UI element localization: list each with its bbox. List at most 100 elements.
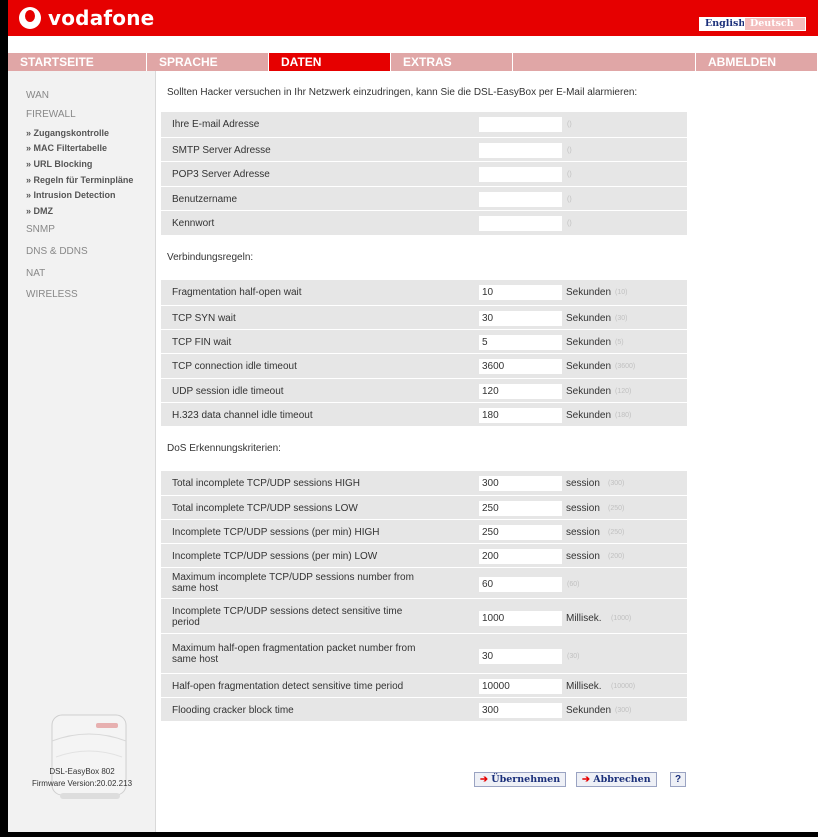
dos-row: Incomplete TCP/UDP sessions (per min) HI… [161,519,687,543]
apply-button-label: Übernehmen [491,774,561,785]
email-input[interactable] [479,117,562,132]
conn-label: TCP SYN wait [172,313,236,324]
dos-row: Half-open fragmentation detect sensitive… [161,673,687,697]
nav-sprache[interactable]: SPRACHE [147,53,269,71]
pop3-label: POP3 Server Adresse [172,169,270,180]
dos-default: (1000) [611,615,632,622]
cancel-button[interactable]: ➔ Abbrechen [576,772,657,787]
conn-unit: Sekunden [566,287,612,298]
conn-input[interactable]: 10 [479,285,562,300]
dos-input[interactable]: 250 [479,525,562,540]
brand-name: vodafone [48,6,155,30]
sidebar-item-nat[interactable]: NAT [26,268,45,279]
nav-startseite[interactable]: STARTSEITE [8,53,147,71]
dos-default: (60) [567,581,580,588]
pop3-input[interactable] [479,167,562,182]
dos-row: Incomplete TCP/UDP sessions detect sensi… [161,598,687,633]
sidebar-item-url-blocking[interactable]: » URL Blocking [26,159,92,169]
conn-default: (120) [615,388,632,395]
conn-row: H.323 data channel idle timeout 180 Seku… [161,402,687,426]
sidebar-item-zugangskontrolle[interactable]: » Zugangskontrolle [26,128,109,138]
dos-label: Half-open fragmentation detect sensitive… [172,681,404,692]
conn-unit: Sekunden [566,361,612,372]
window-frame-bottom [0,832,818,837]
conn-input[interactable]: 30 [479,311,562,326]
nav-spacer [513,53,696,71]
sidebar-item-mac-filter[interactable]: » MAC Filtertabelle [26,143,107,153]
sidebar-item-wireless[interactable]: WIRELESS [26,289,78,300]
email-label: Ihre E-mail Adresse [172,119,260,130]
dos-label: Incomplete TCP/UDP sessions detect sensi… [172,606,403,628]
sidebar-item-dmz[interactable]: » DMZ [26,206,53,216]
dos-input[interactable]: 300 [479,476,562,491]
conn-unit: Sekunden [566,386,612,397]
language-deutsch-button[interactable]: Deutsch [744,17,806,31]
dos-row: Maximum incomplete TCP/UDP sessions numb… [161,567,687,598]
device-name: DSL-EasyBox 802 [49,767,115,776]
dos-input[interactable]: 10000 [479,679,562,694]
conn-default: (5) [615,339,624,346]
conn-unit: Sekunden [566,337,612,348]
dos-input[interactable]: 250 [479,501,562,516]
username-input[interactable] [479,192,562,207]
dos-unit: session [566,551,600,562]
nav-abmelden[interactable]: ABMELDEN [696,53,818,71]
sidebar-item-snmp[interactable]: SNMP [26,224,55,235]
dos-unit: session [566,527,600,538]
dos-row: Flooding cracker block time 300 Sekunden… [161,697,687,721]
smtp-input[interactable] [479,143,562,158]
arrow-right-icon: ➔ [480,774,488,785]
dos-criteria-group: Total incomplete TCP/UDP sessions HIGH 3… [161,471,687,721]
sidebar-item-wan[interactable]: WAN [26,90,49,101]
dos-row: Incomplete TCP/UDP sessions (per min) LO… [161,543,687,567]
dos-label: Total incomplete TCP/UDP sessions HIGH [172,478,361,489]
nav-daten[interactable]: DATEN [269,53,391,71]
dos-unit: session [566,478,600,489]
dos-default: (300) [608,480,625,487]
username-label: Benutzername [172,194,238,205]
dos-default: (250) [608,505,625,512]
password-default: () [567,220,572,227]
conn-input[interactable]: 3600 [479,359,562,374]
conn-unit: Sekunden [566,313,612,324]
help-button[interactable]: ? [670,772,686,787]
dos-label: Total incomplete TCP/UDP sessions LOW [172,503,358,514]
easybox-device-image [51,714,127,799]
dos-criteria-title: DoS Erkennungskriterien: [167,443,281,454]
dos-default: (30) [567,653,580,660]
conn-label: Fragmentation half-open wait [172,287,302,298]
dos-input[interactable]: 30 [479,649,562,664]
dos-unit: session [566,503,600,514]
conn-input[interactable]: 180 [479,408,562,423]
sidebar-item-firewall[interactable]: FIREWALL [26,109,76,120]
conn-default: (3600) [615,363,636,370]
dos-input[interactable]: 300 [479,703,562,718]
sidebar: WAN FIREWALL » Zugangskontrolle » MAC Fi… [8,71,156,832]
smtp-row: SMTP Server Adresse () [161,137,687,161]
sidebar-item-terminplaene[interactable]: » Regeln für Terminpläne [26,175,133,185]
dos-unit: Millisek. [566,681,602,692]
conn-label: TCP connection idle timeout [172,361,297,372]
nav-extras[interactable]: EXTRAS [391,53,513,71]
dos-input[interactable]: 1000 [479,611,562,626]
window-frame-left [0,0,8,837]
conn-row: TCP FIN wait 5 Sekunden (5) [161,329,687,353]
conn-input[interactable]: 5 [479,335,562,350]
dos-default: (200) [608,553,625,560]
apply-button[interactable]: ➔ Übernehmen [474,772,567,787]
dos-input[interactable]: 200 [479,549,562,564]
arrow-right-icon: ➔ [582,774,590,785]
dos-label: Maximum incomplete TCP/UDP sessions numb… [172,572,414,594]
username-default: () [567,196,572,203]
conn-default: (180) [615,412,632,419]
dos-row: Maximum half-open fragmentation packet n… [161,633,687,673]
password-input[interactable] [479,216,562,231]
dos-input[interactable]: 60 [479,577,562,592]
conn-input[interactable]: 120 [479,384,562,399]
conn-row: UDP session idle timeout 120 Sekunden (1… [161,378,687,402]
pop3-default: () [567,171,572,178]
smtp-default: () [567,147,572,154]
sidebar-item-dns-ddns[interactable]: DNS & DDNS [26,246,88,257]
cancel-button-label: Abbrechen [593,774,651,785]
sidebar-item-intrusion-detection[interactable]: » Intrusion Detection [26,190,116,200]
